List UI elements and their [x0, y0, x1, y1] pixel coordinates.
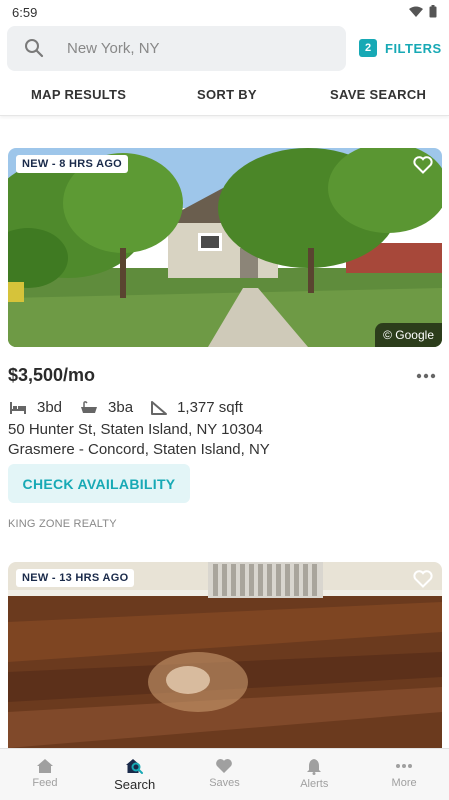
nav-saves[interactable]: Saves	[180, 749, 270, 800]
nav-feed[interactable]: Feed	[0, 749, 90, 800]
listing-agency: KING ZONE REALTY	[8, 518, 117, 530]
more-icon	[396, 764, 413, 768]
status-time: 6:59	[12, 5, 38, 20]
nav-label: More	[391, 777, 417, 789]
beds-feature: 3bd	[9, 399, 62, 416]
photo-credit: © Google	[375, 323, 442, 347]
listing-features: 3bd 3ba 1,377 sqft	[9, 399, 261, 416]
nav-more[interactable]: More	[359, 749, 449, 800]
filters-button[interactable]: 2 FILTERS	[359, 39, 442, 57]
bed-icon	[10, 401, 26, 414]
check-availability-button[interactable]: CHECK AVAILABILITY	[8, 464, 190, 503]
nav-alerts[interactable]: Alerts	[269, 749, 359, 800]
battery-icon	[429, 5, 437, 18]
listing-neighborhood: Grasmere - Concord, Staten Island, NY	[8, 441, 270, 458]
save-search-button[interactable]: SAVE SEARCH	[330, 87, 426, 102]
listing-price: $3,500/mo	[8, 365, 96, 385]
listing-photo[interactable]: NEW - 13 HRS AGO	[8, 562, 442, 748]
bathtub-icon	[81, 400, 98, 413]
floor-photo	[8, 562, 442, 748]
listing-address[interactable]: 50 Hunter St, Staten Island, NY 10304	[8, 421, 263, 438]
action-row: MAP RESULTS SORT BY SAVE SEARCH	[0, 78, 449, 116]
search-row: New York, NY 2 FILTERS	[0, 26, 449, 74]
listing-photo[interactable]: NEW - 8 HRS AGO © Google	[8, 148, 442, 347]
filters-count-badge: 2	[359, 39, 377, 57]
ruler-icon	[151, 400, 168, 415]
filters-label: FILTERS	[385, 40, 442, 56]
search-input[interactable]: New York, NY	[7, 26, 346, 71]
nav-label: Feed	[32, 777, 58, 789]
listing-badge: NEW - 8 HRS AGO	[16, 155, 129, 173]
sort-by-button[interactable]: SORT BY	[197, 87, 257, 102]
nav-label: Saves	[209, 777, 240, 789]
beds-value: 3bd	[37, 399, 63, 416]
search-home-icon	[125, 759, 143, 774]
baths-feature: 3ba	[80, 399, 133, 416]
sqft-value: 1,377 sqft	[177, 399, 243, 416]
search-icon	[25, 39, 44, 58]
sqft-feature: 1,377 sqft	[151, 399, 243, 416]
nav-label: Alerts	[300, 778, 329, 790]
wifi-icon	[409, 6, 423, 17]
heart-icon[interactable]	[413, 156, 433, 174]
status-bar: 6:59	[0, 0, 449, 26]
heart-icon	[216, 759, 233, 773]
bell-icon	[307, 759, 322, 775]
bottom-nav: Feed Search Saves Alerts More	[0, 748, 449, 800]
status-icons	[409, 5, 437, 18]
map-results-button[interactable]: MAP RESULTS	[31, 87, 126, 102]
search-placeholder: New York, NY	[67, 40, 160, 57]
heart-icon[interactable]	[413, 570, 433, 588]
more-options-icon[interactable]	[416, 373, 436, 379]
listing-badge: NEW - 13 HRS AGO	[16, 569, 135, 587]
home-icon	[36, 759, 53, 773]
house-photo	[8, 148, 442, 347]
nav-label: Search	[114, 777, 156, 792]
baths-value: 3ba	[108, 399, 134, 416]
nav-search[interactable]: Search	[90, 749, 180, 800]
